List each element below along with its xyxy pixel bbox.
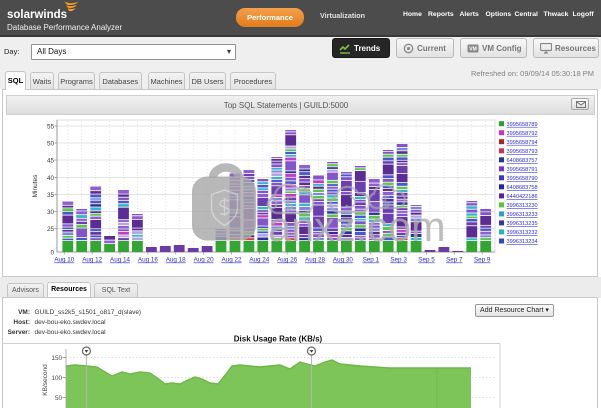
svg-text:VM: VM: [469, 47, 477, 53]
